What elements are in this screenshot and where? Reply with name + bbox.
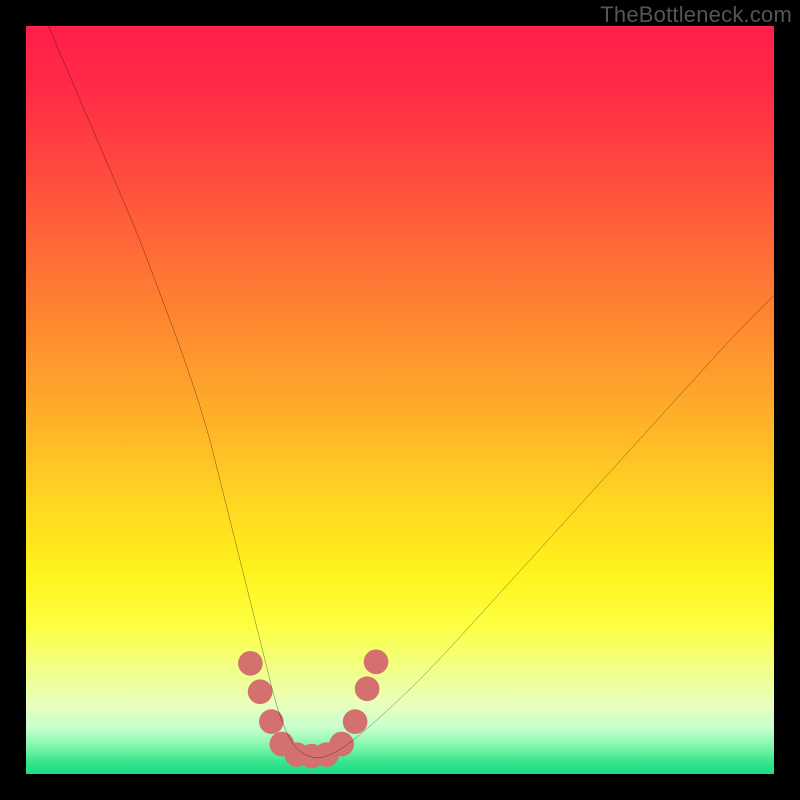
curve-layer <box>26 26 774 774</box>
bottleneck-curve <box>48 26 774 758</box>
plot-area <box>26 26 774 774</box>
marker-dot <box>248 679 273 704</box>
marker-dot <box>259 709 284 734</box>
watermark-text: TheBottleneck.com <box>600 2 792 28</box>
marker-dot <box>364 649 389 674</box>
marker-dot <box>343 709 368 734</box>
marker-dot <box>329 732 354 757</box>
marker-dot <box>355 676 380 701</box>
marker-dot <box>238 651 263 676</box>
chart-frame: TheBottleneck.com <box>0 0 800 800</box>
marker-dots <box>238 649 388 768</box>
